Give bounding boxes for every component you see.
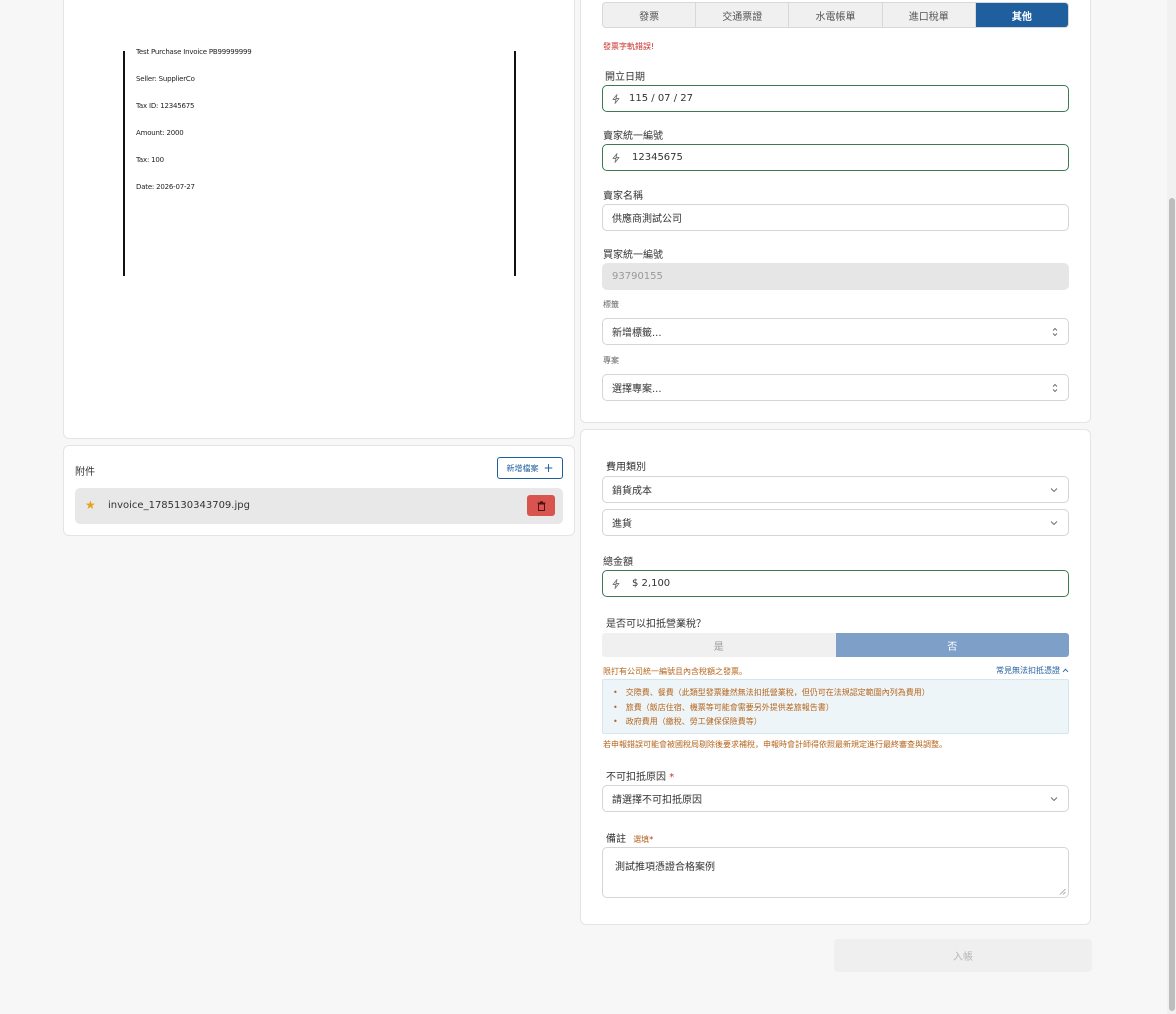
- expense-subcategory-value: 進貨: [612, 519, 632, 530]
- seller-tax-id-input[interactable]: 12345675: [602, 144, 1069, 171]
- error-message: 發票字軌錯誤!: [603, 42, 655, 51]
- resize-handle-icon[interactable]: [1059, 888, 1066, 895]
- attachment-item[interactable]: ★ invoice_1785130343709.jpg: [75, 488, 563, 524]
- expense-category-select[interactable]: 銷貨成本: [602, 476, 1069, 503]
- trash-icon: [537, 500, 545, 511]
- chevron-down-icon: [1050, 488, 1058, 493]
- buyer-tax-id-value: 93790155: [612, 271, 663, 282]
- total-amount-value: $ 2,100: [632, 578, 671, 589]
- tab-other[interactable]: 其他: [975, 3, 1068, 27]
- tab-utility-bill[interactable]: 水電帳單: [789, 3, 883, 27]
- up-down-chevron-icon: [1052, 383, 1058, 393]
- seller-name-input[interactable]: 供應商測試公司: [602, 204, 1069, 231]
- deductible-toggle: 是 否: [602, 633, 1069, 657]
- preview-line: Tax ID: 12345675: [136, 102, 195, 110]
- faq-item: • 交際費、餐費（此類型發票雖然無法扣抵營業稅，但仍可在法規認定範圍內列為費用）: [613, 688, 930, 697]
- attachment-filename: invoice_1785130343709.jpg: [108, 500, 250, 511]
- deductible-limit-note: 限打有公司統一編號且內含稅額之發票。: [603, 667, 747, 676]
- issue-date-label: 開立日期: [605, 72, 645, 83]
- preview-line: Tax: 100: [136, 156, 164, 164]
- expense-category-value: 銷貨成本: [612, 486, 652, 497]
- page-scrollbar-thumb[interactable]: [1169, 198, 1175, 1011]
- preview-line: Seller: SupplierCo: [136, 75, 195, 83]
- document-right-edge: [514, 51, 516, 276]
- document-type-tabs: 發票 交通票證 水電帳單 進口稅單 其他: [602, 2, 1069, 28]
- total-amount-input[interactable]: $ 2,100: [602, 570, 1069, 597]
- buyer-tax-id-input: 93790155: [602, 263, 1069, 290]
- memo-textarea[interactable]: 測試推項憑證合格案例: [602, 847, 1069, 898]
- star-icon[interactable]: ★: [85, 498, 96, 512]
- memo-label: 備註 選填*: [606, 834, 654, 845]
- expense-category-label: 費用類別: [606, 462, 646, 473]
- memo-value: 測試推項憑證合格案例: [615, 862, 715, 873]
- deductible-yes-option[interactable]: 是: [602, 633, 836, 657]
- seller-tax-id-label: 賣家統一編號: [603, 131, 663, 142]
- issue-date-value: 115 / 07 / 27: [629, 93, 693, 104]
- preview-line: Amount: 2000: [136, 129, 184, 137]
- preview-line: Test Purchase Invoice PB99999999: [136, 48, 252, 56]
- faq-link-label: 常見無法扣抵憑證: [996, 666, 1060, 675]
- attachments-title: 附件: [75, 467, 95, 478]
- tags-label: 標籤: [603, 300, 619, 309]
- tab-transport-ticket[interactable]: 交通票證: [696, 3, 790, 27]
- faq-item: • 政府費用（繳稅、勞工健保保險費等）: [613, 717, 762, 726]
- add-file-button[interactable]: 新增檔案 +: [497, 457, 563, 479]
- project-placeholder: 選擇專案...: [612, 384, 662, 395]
- buyer-tax-id-label: 買家統一編號: [603, 250, 663, 261]
- deductible-no-option[interactable]: 否: [835, 633, 1069, 657]
- ai-autofill-icon: [612, 578, 620, 589]
- attachments-panel: 附件 新增檔案 + ★ invoice_1785130343709.jpg: [63, 445, 575, 536]
- project-label: 專案: [603, 356, 619, 365]
- deductible-question: 是否可以扣抵營業稅？: [606, 619, 706, 630]
- up-down-chevron-icon: [1052, 327, 1058, 337]
- seller-name-value: 供應商測試公司: [612, 214, 682, 225]
- issue-date-input[interactable]: 115 / 07 / 27: [602, 85, 1069, 112]
- tags-placeholder: 新增標籤...: [612, 328, 662, 339]
- ai-autofill-icon: [612, 93, 620, 104]
- seller-tax-id-value: 12345675: [632, 152, 683, 163]
- project-select[interactable]: 選擇專案...: [602, 374, 1069, 401]
- post-entry-button[interactable]: 入帳: [834, 939, 1092, 972]
- preview-line: Date: 2026-07-27: [136, 183, 195, 191]
- chevron-up-icon: [1062, 668, 1069, 673]
- document-left-edge: [123, 51, 125, 276]
- plus-icon: +: [543, 461, 554, 475]
- faq-toggle-link[interactable]: 常見無法扣抵憑證: [996, 665, 1069, 676]
- seller-name-label: 賣家名稱: [603, 191, 643, 202]
- tab-invoice[interactable]: 發票: [603, 3, 697, 27]
- total-amount-label: 總金額: [603, 557, 633, 568]
- non-deductible-reason-select[interactable]: 請選擇不可扣抵原因: [602, 785, 1069, 812]
- expense-subcategory-select[interactable]: 進貨: [602, 509, 1069, 536]
- tags-select[interactable]: 新增標籤...: [602, 318, 1069, 345]
- tab-import-tax[interactable]: 進口稅單: [883, 3, 976, 27]
- filing-warning-note: 若申報錯誤可能會被國稅局剔除後要求補稅，申報時會計師得依照最新規定進行最終審查與…: [603, 740, 947, 749]
- delete-attachment-button[interactable]: [527, 495, 555, 516]
- faq-item: • 旅費（飯店住宿、機票等可能會需要另外提供差旅報告書）: [613, 702, 834, 712]
- chevron-down-icon: [1050, 521, 1058, 526]
- chevron-down-icon: [1050, 797, 1058, 802]
- non-deductible-faq-box: • 交際費、餐費（此類型發票雖然無法扣抵營業稅，但仍可在法規認定範圍內列為費用） …: [602, 679, 1069, 734]
- invoice-preview-panel: [63, 0, 575, 439]
- non-deductible-reason-label: 不可扣抵原因 *: [606, 772, 675, 783]
- ai-autofill-icon: [612, 152, 620, 163]
- add-file-label: 新增檔案: [506, 463, 539, 473]
- non-deductible-reason-placeholder: 請選擇不可扣抵原因: [612, 795, 702, 806]
